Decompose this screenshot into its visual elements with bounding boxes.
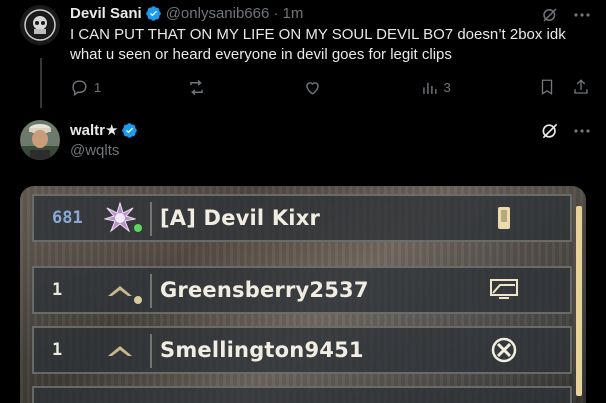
- views-chart-icon: [422, 82, 437, 94]
- reply-header: waltr★: [70, 121, 138, 139]
- like-button[interactable]: [303, 78, 420, 97]
- spiked-star-emblem-icon: [103, 201, 137, 234]
- more-options-icon[interactable]: [572, 5, 592, 25]
- tweet-text: I CAN PUT THAT ON MY LIFE ON MY SOUL DEV…: [70, 26, 566, 63]
- verified-badge-icon: [145, 5, 162, 22]
- player-rank: 681: [52, 208, 83, 228]
- more-options-icon[interactable]: [572, 121, 592, 141]
- lobby-row: 681 [A] Devil Kixr: [32, 194, 572, 242]
- mobile-icon: [490, 204, 518, 232]
- player-gamertag: Greensberry2537: [160, 278, 369, 302]
- tweet-header: Devil Sani @onlysanib666 · 1m: [70, 5, 303, 22]
- reply-count: 1: [94, 79, 102, 95]
- tweet-action-bar: 1 3: [70, 76, 590, 98]
- row-divider: [150, 202, 152, 236]
- lobby-scrollbar: [576, 206, 582, 396]
- bookmark-icon[interactable]: [538, 78, 556, 96]
- grok-icon[interactable]: [540, 5, 560, 25]
- thread-connector-line: [40, 58, 42, 108]
- verified-badge-icon: [121, 122, 138, 139]
- lobby-row: 1 Greensberry2537: [32, 266, 572, 314]
- online-status-dot: [134, 224, 142, 232]
- xbox-icon: [490, 336, 518, 364]
- repost-icon: [189, 79, 203, 95]
- display-name[interactable]: Devil Sani: [70, 5, 142, 22]
- user-handle[interactable]: @onlysanib666: [166, 5, 270, 22]
- tweet-corner-actions: [540, 5, 592, 25]
- avatar-devil-sani[interactable]: [20, 5, 60, 45]
- timestamp[interactable]: · 1m: [273, 5, 303, 22]
- views-button[interactable]: 3: [420, 78, 538, 97]
- display-name[interactable]: waltr★: [70, 121, 118, 139]
- player-gamertag: Smellington9451: [160, 338, 364, 362]
- chevron-rank-emblem-icon: [104, 334, 136, 366]
- lobby-row-partial: [32, 386, 572, 403]
- user-handle[interactable]: @wqlts: [70, 141, 119, 161]
- reply-icon: [72, 79, 87, 96]
- lobby-row: 1 Smellington9451: [32, 326, 572, 374]
- heart-icon: [306, 81, 319, 95]
- pc-icon: [490, 276, 518, 304]
- share-icon[interactable]: [572, 78, 590, 96]
- repost-button[interactable]: [187, 78, 304, 97]
- away-status-dot: [134, 296, 142, 304]
- reply-corner-actions: [540, 121, 592, 141]
- player-rank: 1: [52, 340, 63, 360]
- chevron-rank-emblem-icon: [104, 274, 136, 306]
- player-gamertag: [A] Devil Kixr: [160, 206, 321, 230]
- tweet-parent[interactable]: Devil Sani @onlysanib666 · 1m I CAN PUT …: [0, 0, 606, 110]
- attached-media-image[interactable]: 681 [A] Devil Kixr 1 Greensberry2537 1 S…: [20, 186, 586, 403]
- row-divider: [150, 334, 152, 368]
- row-divider: [150, 274, 152, 308]
- avatar-waltr[interactable]: [20, 120, 60, 160]
- player-rank: 1: [52, 280, 63, 300]
- share-actions: [538, 78, 590, 96]
- grok-icon[interactable]: [540, 121, 560, 141]
- reply-button[interactable]: 1: [70, 78, 187, 97]
- view-count: 3: [443, 79, 451, 95]
